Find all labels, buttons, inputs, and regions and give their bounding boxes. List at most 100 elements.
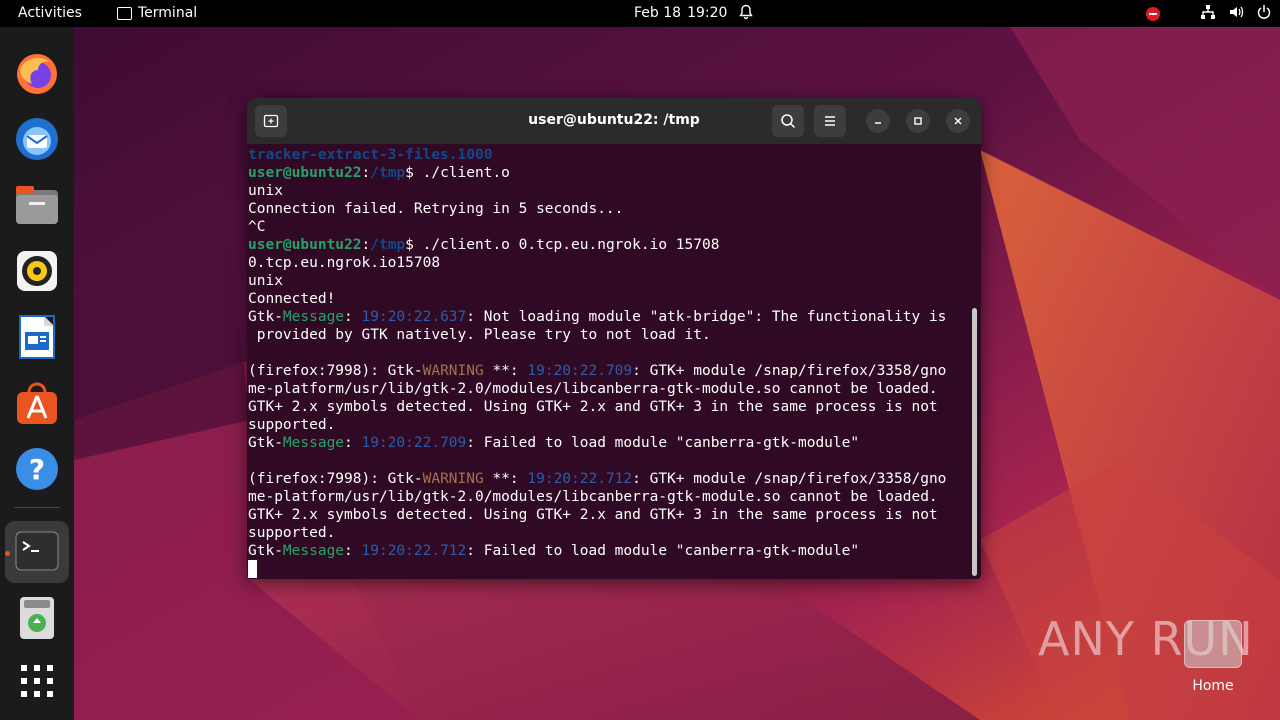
terminal-line: GTK+ 2.x symbols detected. Using GTK+ 2.… xyxy=(248,506,970,524)
terminal-line: unix xyxy=(248,272,970,290)
volume-icon xyxy=(1228,4,1244,24)
home-folder-icon xyxy=(1184,620,1242,668)
terminal-text-segment: : GTK+ module /snap/firefox/3358/gno xyxy=(632,471,947,487)
terminal-text-segment: : xyxy=(361,237,371,253)
terminal-line: supported. xyxy=(248,524,970,542)
terminal-line: me-platform/usr/lib/gtk-2.0/modules/libc… xyxy=(248,488,970,506)
clock-date: Feb 18 xyxy=(634,5,682,21)
terminal-text-segment: Message xyxy=(282,309,345,325)
close-button[interactable] xyxy=(946,109,970,133)
terminal-text-segment: : Not loading module "atk-bridge": The f… xyxy=(466,309,947,325)
terminal-text-segment: Gtk- xyxy=(248,309,283,325)
terminal-text-segment: $ ./client.o 0.tcp.eu.ngrok.io 15708 xyxy=(405,237,720,253)
terminal-text-segment: Connection failed. Retrying in 5 seconds… xyxy=(248,201,624,217)
terminal-window[interactable]: user@ubuntu22: /tmp tracker-extract-3-fi… xyxy=(247,98,981,579)
terminal-line: tracker-extract-3-files.1000 xyxy=(248,146,970,164)
svg-text:?: ? xyxy=(29,453,45,486)
top-bar: Activities Terminal Feb 18 19:20 xyxy=(0,0,1280,27)
terminal-text-segment: $ ./client.o xyxy=(405,165,510,181)
maximize-icon xyxy=(914,117,922,125)
libreoffice-writer-icon[interactable] xyxy=(14,314,60,360)
terminal-text-segment: (firefox:7998): Gtk- xyxy=(248,363,423,379)
terminal-line: user@ubuntu22:/tmp$ ./client.o 0.tcp.eu.… xyxy=(248,236,970,254)
terminal-text-segment: user@ubuntu22 xyxy=(248,237,362,253)
show-apps-icon[interactable] xyxy=(14,658,60,704)
activities-button[interactable]: Activities xyxy=(18,5,82,21)
power-icon xyxy=(1256,4,1272,24)
search-icon xyxy=(781,114,796,129)
minimize-icon xyxy=(875,122,881,124)
clock-time: 19:20 xyxy=(687,5,728,21)
rhythmbox-icon[interactable] xyxy=(14,248,60,294)
terminal-line: me-platform/usr/lib/gtk-2.0/modules/libc… xyxy=(248,380,970,398)
terminal-line: user@ubuntu22:/tmp$ ./client.o xyxy=(248,164,970,182)
terminal-text-segment: : xyxy=(344,435,362,451)
terminal-cursor xyxy=(248,560,257,578)
terminal-text-segment: **: xyxy=(483,471,528,487)
terminal-text-segment: 0.tcp.eu.ngrok.io15708 xyxy=(248,255,441,271)
terminal-text-segment: : xyxy=(344,543,362,559)
system-tray[interactable] xyxy=(1146,4,1272,24)
terminal-line: unix xyxy=(248,182,970,200)
terminal-text-segment: unix xyxy=(248,273,283,289)
running-indicator xyxy=(5,551,10,556)
terminal-icon[interactable] xyxy=(14,528,60,574)
dock-separator xyxy=(14,507,60,508)
terminal-text-segment: WARNING xyxy=(422,471,484,487)
terminal-text-segment: Connected! xyxy=(248,291,336,307)
app-menu[interactable]: Terminal xyxy=(117,5,197,21)
terminal-text-segment: supported. xyxy=(248,417,336,433)
terminal-text-segment: /tmp xyxy=(370,165,406,181)
app-center-icon[interactable] xyxy=(14,380,60,426)
maximize-button[interactable] xyxy=(906,109,930,133)
terminal-text-segment: **: xyxy=(483,363,528,379)
terminal-text-segment: Message xyxy=(282,543,345,559)
terminal-text-segment: 19:20:22.709 xyxy=(361,435,467,451)
terminal-line: ^C xyxy=(248,218,970,236)
terminal-line: Connected! xyxy=(248,290,970,308)
terminal-line: supported. xyxy=(248,416,970,434)
terminal-text-segment: : Failed to load module "canberra-gtk-mo… xyxy=(466,435,860,451)
trash-icon[interactable] xyxy=(14,595,60,641)
terminal-text-segment: me-platform/usr/lib/gtk-2.0/modules/libc… xyxy=(248,381,938,397)
home-folder-desktop-icon[interactable] xyxy=(1184,620,1242,668)
terminal-line: Connection failed. Retrying in 5 seconds… xyxy=(248,200,970,218)
terminal-text-segment: : xyxy=(361,165,371,181)
terminal-line: Gtk-Message: 19:20:22.637: Not loading m… xyxy=(248,308,970,326)
search-button[interactable] xyxy=(772,105,804,137)
firefox-icon[interactable] xyxy=(14,50,60,96)
terminal-text-segment: 19:20:22.712 xyxy=(361,543,467,559)
menu-button[interactable] xyxy=(814,105,846,137)
terminal-scrollbar[interactable] xyxy=(972,308,977,576)
terminal-text-segment: user@ubuntu22 xyxy=(248,165,362,181)
terminal-line: GTK+ 2.x symbols detected. Using GTK+ 2.… xyxy=(248,398,970,416)
app-menu-label: Terminal xyxy=(138,5,198,21)
clock[interactable]: Feb 18 19:20 xyxy=(634,5,727,21)
terminal-text-segment: 19:20:22.709 xyxy=(527,363,633,379)
recording-stop-icon[interactable] xyxy=(1146,7,1160,21)
terminal-text-segment: Message xyxy=(282,435,345,451)
terminal-text-segment: unix xyxy=(248,183,283,199)
prompt-line[interactable] xyxy=(248,560,970,578)
terminal-headerbar[interactable]: user@ubuntu22: /tmp xyxy=(247,98,981,144)
thunderbird-icon[interactable] xyxy=(14,116,60,162)
terminal-text-segment: : GTK+ module /snap/firefox/3358/gno xyxy=(632,363,947,379)
terminal-text-segment: GTK+ 2.x symbols detected. Using GTK+ 2.… xyxy=(248,399,938,415)
help-icon[interactable]: ? xyxy=(14,446,60,492)
terminal-app-icon xyxy=(117,6,132,20)
terminal-text-segment: 19:20:22.712 xyxy=(527,471,633,487)
terminal-text-segment: GTK+ 2.x symbols detected. Using GTK+ 2.… xyxy=(248,507,938,523)
notification-bell-icon[interactable] xyxy=(738,4,754,24)
terminal-text-segment: supported. xyxy=(248,525,336,541)
terminal-text-segment: WARNING xyxy=(422,363,484,379)
files-icon[interactable] xyxy=(14,182,60,228)
terminal-line: Gtk-Message: 19:20:22.712: Failed to loa… xyxy=(248,542,970,560)
terminal-text-segment: : Failed to load module "canberra-gtk-mo… xyxy=(466,543,860,559)
close-icon xyxy=(954,117,962,125)
network-wired-icon xyxy=(1200,4,1216,24)
terminal-output[interactable]: tracker-extract-3-files.1000 user@ubuntu2… xyxy=(248,146,970,579)
minimize-button[interactable] xyxy=(866,109,890,133)
terminal-line: Gtk-Message: 19:20:22.709: Failed to loa… xyxy=(248,434,970,452)
